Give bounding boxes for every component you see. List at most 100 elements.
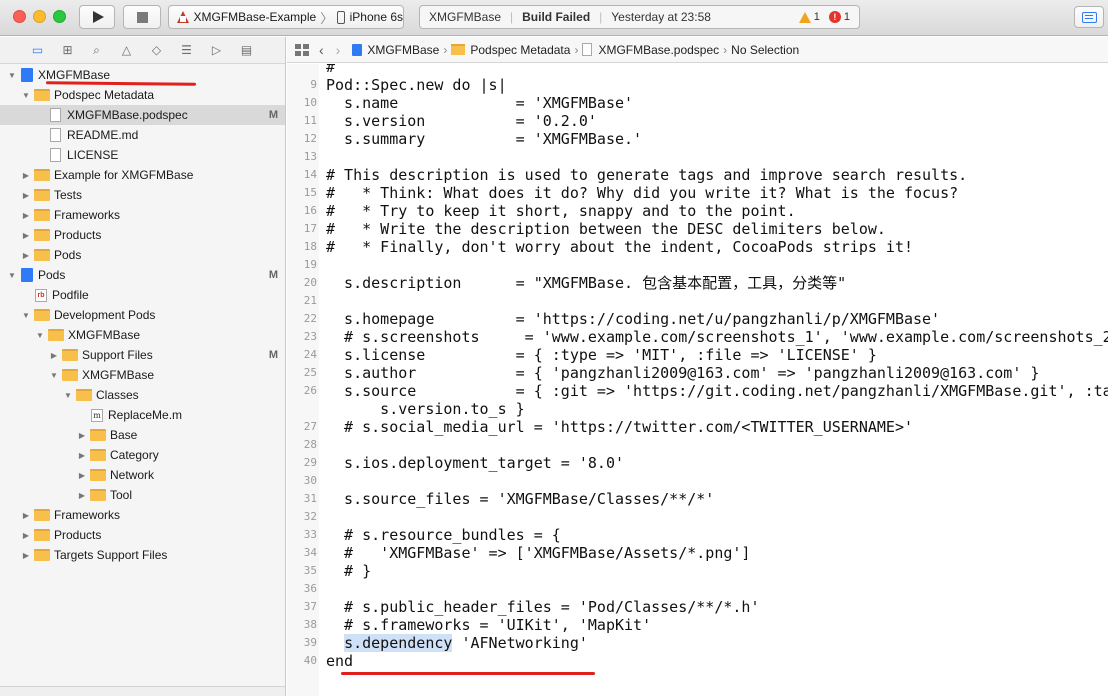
symbol-navigator-icon[interactable]: ⊞ <box>60 43 75 57</box>
close-window-button[interactable] <box>13 10 26 23</box>
disclosure-open-icon[interactable]: ▼ <box>49 371 59 380</box>
disclosure-closed-icon[interactable]: ▶ <box>21 531 31 540</box>
disclosure-closed-icon[interactable]: ▶ <box>21 511 31 520</box>
iphone-icon <box>337 10 345 24</box>
tree-row[interactable]: m ReplaceMe.m <box>0 405 285 425</box>
code-line[interactable]: s.summary = 'XMGFMBase.' <box>326 130 642 148</box>
code-line[interactable]: # <box>326 64 335 76</box>
code-line[interactable]: # s.public_header_files = 'Pod/Classes/*… <box>326 598 759 616</box>
code-line[interactable]: # * Write the description between the DE… <box>326 220 886 238</box>
issue-counts[interactable]: 1 ! 1 <box>798 11 859 23</box>
tree-row[interactable]: ▶ Frameworks <box>0 205 285 225</box>
stop-button[interactable] <box>123 5 161 29</box>
code-line[interactable]: # * Try to keep it short, snappy and to … <box>326 202 796 220</box>
tree-row[interactable]: ▶ Pods <box>0 245 285 265</box>
code-line[interactable]: # * Finally, don't worry about the inden… <box>326 238 913 256</box>
test-navigator-icon[interactable]: ◇ <box>149 43 164 57</box>
code-line[interactable]: # s.social_media_url = 'https://twitter.… <box>326 418 913 436</box>
tree-row[interactable]: ▼ Podspec Metadata <box>0 85 285 105</box>
code-line[interactable]: end <box>326 652 353 670</box>
tree-row[interactable]: ▼ Pods M <box>0 265 285 285</box>
tree-row[interactable]: ▶ Products <box>0 225 285 245</box>
code-line[interactable]: s.author = { 'pangzhanli2009@163.com' =>… <box>326 364 1039 382</box>
code-line[interactable]: # s.resource_bundles = { <box>326 526 561 544</box>
jump-group[interactable]: Podspec Metadata <box>470 43 570 57</box>
folder-icon[interactable]: ▭ <box>30 43 45 57</box>
tree-row[interactable]: ▼ XMGFMBase <box>0 365 285 385</box>
code-line[interactable]: s.dependency 'AFNetworking' <box>326 634 588 652</box>
disclosure-closed-icon[interactable]: ▶ <box>77 431 87 440</box>
source-editor[interactable]: #9 Pod::Spec.new do |s| 10 s.name = 'XMGFM… <box>287 64 1108 696</box>
chevron-right-icon: › <box>723 42 728 57</box>
code-line[interactable]: # * Think: What does it do? Why did you … <box>326 184 958 202</box>
disclosure-open-icon[interactable]: ▼ <box>7 71 17 80</box>
breakpoint-navigator-icon[interactable]: ▷ <box>209 43 224 57</box>
disclosure-open-icon[interactable]: ▼ <box>35 331 45 340</box>
code-line[interactable]: # 'XMGFMBase' => ['XMGFMBase/Assets/*.pn… <box>326 544 750 562</box>
scheme-selector[interactable]: XMGFMBase-Example 〉 iPhone 6s <box>168 5 404 29</box>
tree-row[interactable]: ▶ Tests <box>0 185 285 205</box>
standard-editor-button[interactable] <box>1074 6 1104 28</box>
disclosure-closed-icon[interactable]: ▶ <box>77 491 87 500</box>
disclosure-open-icon[interactable]: ▼ <box>21 311 31 320</box>
minimize-window-button[interactable] <box>33 10 46 23</box>
code-line[interactable]: # s.screenshots = 'www.example.com/scree… <box>326 328 1108 346</box>
tree-row[interactable]: ▼ XMGFMBase <box>0 325 285 345</box>
jump-selection[interactable]: No Selection <box>731 43 799 57</box>
disclosure-closed-icon[interactable]: ▶ <box>77 451 87 460</box>
disclosure-closed-icon[interactable]: ▶ <box>77 471 87 480</box>
line-number: 29 <box>303 456 317 469</box>
code-line[interactable]: Pod::Spec.new do |s| <box>326 76 507 94</box>
debug-navigator-icon[interactable]: ☰ <box>179 43 194 57</box>
code-line[interactable]: # s.frameworks = 'UIKit', 'MapKit' <box>326 616 651 634</box>
tree-row[interactable]: ▼ Classes <box>0 385 285 405</box>
code-line[interactable]: s.name = 'XMGFMBase' <box>326 94 633 112</box>
tree-row[interactable]: ▶ Tool <box>0 485 285 505</box>
code-line[interactable]: s.ios.deployment_target = '8.0' <box>326 454 624 472</box>
tree-row[interactable]: ▶ Example for XMGFMBase <box>0 165 285 185</box>
tree-row[interactable]: XMGFMBase.podspec M <box>0 105 285 125</box>
tree-row[interactable]: ▶ Base <box>0 425 285 445</box>
tree-row[interactable]: LICENSE <box>0 145 285 165</box>
tree-row[interactable]: README.md <box>0 125 285 145</box>
disclosure-closed-icon[interactable]: ▶ <box>21 551 31 560</box>
tree-row[interactable]: ▶ Category <box>0 445 285 465</box>
filter-bar[interactable] <box>0 686 285 696</box>
forward-arrow-icon[interactable]: › <box>336 42 341 58</box>
disclosure-closed-icon[interactable]: ▶ <box>21 191 31 200</box>
jump-project[interactable]: XMGFMBase <box>367 43 439 57</box>
disclosure-closed-icon[interactable]: ▶ <box>21 211 31 220</box>
tree-row[interactable]: ▶ Support Files M <box>0 345 285 365</box>
code-line[interactable]: s.version.to_s } <box>326 400 525 418</box>
jump-file[interactable]: XMGFMBase.podspec <box>598 43 719 57</box>
tree-row[interactable]: ▶ Products <box>0 525 285 545</box>
issue-navigator-icon[interactable]: △ <box>119 43 134 57</box>
code-line[interactable]: s.version = '0.2.0' <box>326 112 597 130</box>
code-line[interactable]: s.source_files = 'XMGFMBase/Classes/**/*… <box>326 490 714 508</box>
code-line[interactable]: # } <box>326 562 371 580</box>
tree-row[interactable]: ▼ Development Pods <box>0 305 285 325</box>
code-line[interactable]: s.homepage = 'https://coding.net/u/pangz… <box>326 310 940 328</box>
disclosure-closed-icon[interactable]: ▶ <box>21 231 31 240</box>
tree-row[interactable]: ▶ Targets Support Files <box>0 545 285 565</box>
back-arrow-icon[interactable]: ‹ <box>319 42 324 58</box>
disclosure-open-icon[interactable]: ▼ <box>21 91 31 100</box>
report-navigator-icon[interactable]: ▤ <box>239 43 254 57</box>
related-items-icon[interactable] <box>295 43 309 56</box>
tree-row-label: Frameworks <box>54 508 121 522</box>
code-line[interactable]: s.source = { :git => 'https://git.coding… <box>326 382 1108 400</box>
disclosure-open-icon[interactable]: ▼ <box>63 391 73 400</box>
tree-row[interactable]: ▶ Network <box>0 465 285 485</box>
disclosure-closed-icon[interactable]: ▶ <box>21 251 31 260</box>
search-icon[interactable]: ⌕ <box>89 43 104 57</box>
disclosure-closed-icon[interactable]: ▶ <box>21 171 31 180</box>
code-line[interactable]: # This description is used to generate t… <box>326 166 967 184</box>
code-line[interactable]: s.description = "XMGFMBase. 包含基本配置，工具，分类… <box>326 274 846 292</box>
disclosure-closed-icon[interactable]: ▶ <box>49 351 59 360</box>
disclosure-open-icon[interactable]: ▼ <box>7 271 17 280</box>
run-button[interactable] <box>79 5 115 29</box>
code-line[interactable]: s.license = { :type => 'MIT', :file => '… <box>326 346 877 364</box>
tree-row[interactable]: rb Podfile <box>0 285 285 305</box>
zoom-window-button[interactable] <box>53 10 66 23</box>
tree-row[interactable]: ▶ Frameworks <box>0 505 285 525</box>
